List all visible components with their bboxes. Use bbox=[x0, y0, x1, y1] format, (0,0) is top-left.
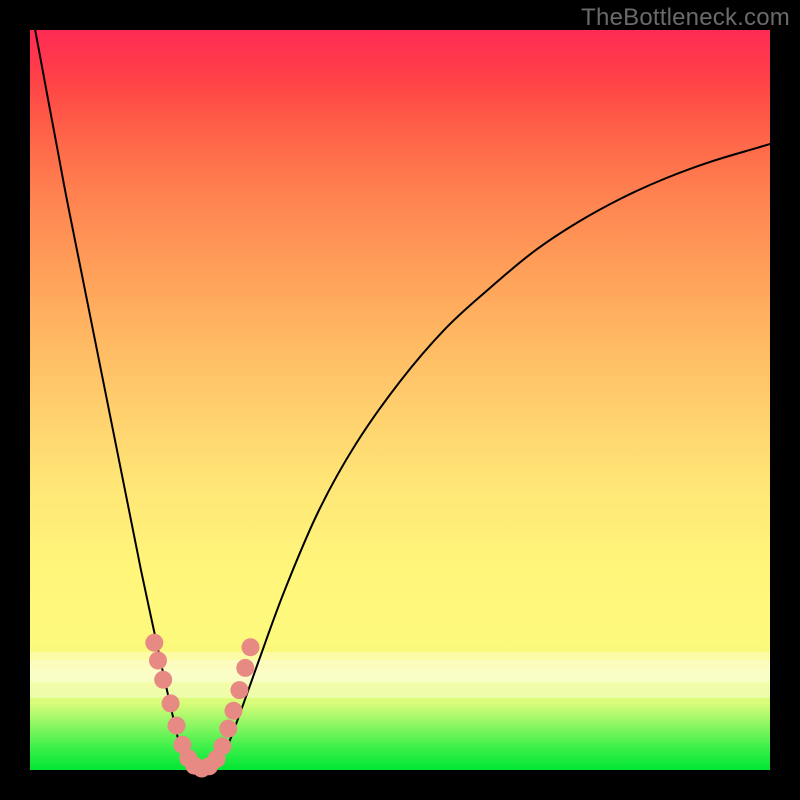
plot-area bbox=[30, 30, 770, 770]
bead-point bbox=[230, 681, 248, 699]
bead-point bbox=[149, 652, 167, 670]
bead-point bbox=[219, 720, 237, 738]
watermark-text: TheBottleneck.com bbox=[581, 4, 790, 32]
bead-point bbox=[236, 659, 254, 677]
bottleneck-curve bbox=[35, 30, 770, 770]
bead-point bbox=[242, 638, 260, 656]
bead-point bbox=[213, 737, 231, 755]
curve-layer bbox=[30, 30, 770, 770]
bead-point bbox=[225, 702, 243, 720]
bead-point bbox=[145, 634, 163, 652]
bead-point bbox=[162, 694, 180, 712]
bead-point bbox=[168, 717, 186, 735]
bead-point bbox=[154, 671, 172, 689]
chart-frame: TheBottleneck.com bbox=[0, 0, 800, 800]
